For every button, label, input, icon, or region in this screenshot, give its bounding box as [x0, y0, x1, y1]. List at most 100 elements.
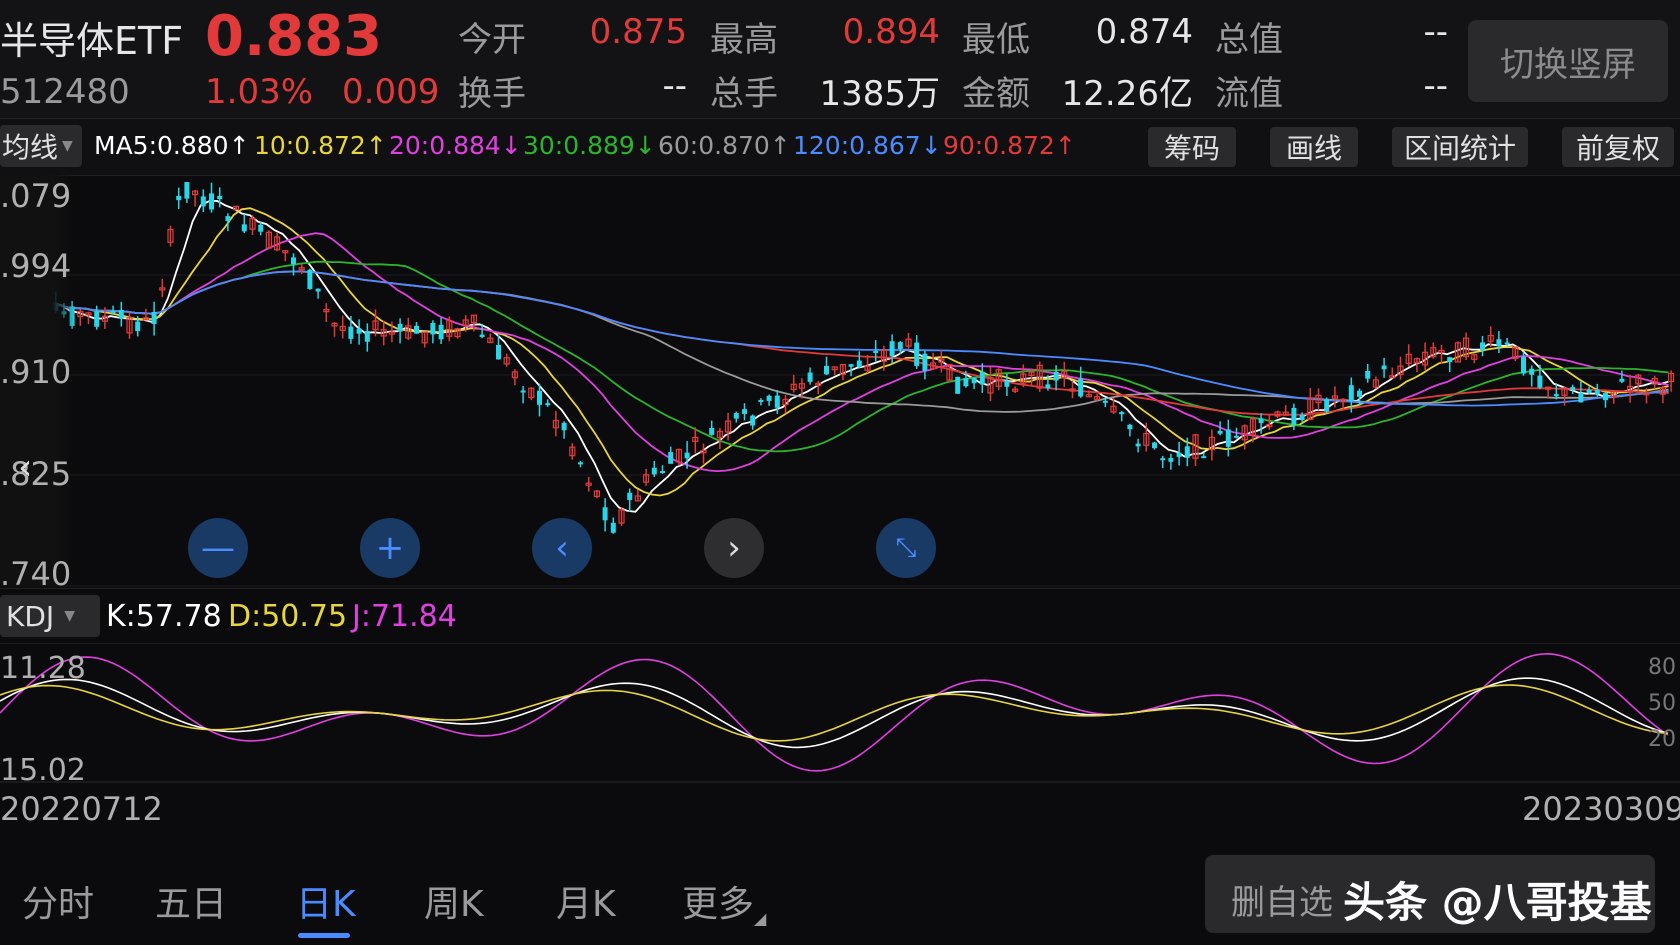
candle-body [578, 462, 583, 465]
tab-weekly-k[interactable]: 周K [424, 875, 484, 927]
turnover-label: 换手 [458, 74, 526, 114]
kline-chart[interactable]: .079 .994 .910 .825 .740 ‹ — + ‹ › ⤡ [0, 175, 1680, 593]
open-label: 今开 [458, 20, 526, 60]
candle-body [963, 378, 969, 387]
candle-body [364, 331, 370, 342]
candle-body [1381, 365, 1387, 370]
candle-body [766, 395, 772, 401]
candle-body [537, 390, 542, 405]
ma10-value: 10:0.872↑ [254, 131, 387, 160]
active-tab-indicator [298, 933, 350, 938]
ma-selector-label: 均线 [2, 131, 59, 164]
draw-line-button[interactable]: 画线 [1270, 127, 1358, 167]
tab-more-label: 更多 [682, 884, 755, 925]
candle-body [807, 372, 813, 382]
high-value: 0.894 [842, 12, 940, 52]
candle-body [709, 427, 715, 435]
chips-button[interactable]: 筹码 [1148, 127, 1236, 167]
ma-line [3, 232, 1669, 473]
change-value: 0.009 [342, 72, 440, 112]
candle-body [1127, 424, 1133, 430]
dropdown-icon: ▼ [64, 608, 75, 624]
kdj-chart[interactable]: 11.28 15.02 80 50 20 [0, 643, 1680, 788]
kdj-tick: 20 [1648, 727, 1676, 752]
candle-body [1160, 458, 1166, 461]
price-axis-label: .825 [0, 455, 72, 493]
current-price: 0.883 [205, 4, 383, 69]
ma-line [3, 199, 1669, 513]
candle-body [1365, 370, 1371, 379]
plus-icon: + [375, 528, 405, 568]
tab-more[interactable]: 更多◢ [682, 875, 766, 928]
float-value: -- [1423, 66, 1448, 106]
candle-body [1168, 458, 1174, 462]
candle-body [1053, 371, 1059, 381]
kdj-svg [0, 643, 1680, 783]
candle-body [225, 216, 231, 222]
amount-value: 12.26亿 [1061, 74, 1193, 114]
tab-monthly-k[interactable]: 月K [556, 875, 616, 927]
kdj-selector[interactable]: KDJ ▼ [0, 595, 100, 637]
minus-icon: — [201, 528, 235, 568]
chart-grid [0, 175, 1680, 587]
kdj-axis-top: 11.28 [0, 651, 86, 686]
candle-body [348, 326, 354, 339]
kdj-k-value: K:57.78 [106, 599, 222, 634]
scroll-left-button[interactable]: ‹ [532, 518, 592, 578]
total-value-label: 总值 [1215, 20, 1283, 60]
ma20-value: 20:0.884↓ [389, 131, 522, 160]
scroll-right-button[interactable]: › [704, 518, 764, 578]
kdj-j-value: J:71.84 [352, 599, 457, 634]
tab-five-day[interactable]: 五日 [155, 875, 227, 927]
candle-body [217, 195, 223, 200]
candle-body [1135, 443, 1141, 447]
candle-body [774, 395, 780, 408]
zoom-out-button[interactable]: — [188, 518, 248, 578]
kdj-lines [0, 652, 1669, 772]
candle-body [1234, 435, 1239, 438]
reset-zoom-button[interactable]: ⤡ [876, 518, 936, 578]
candle-body [914, 342, 920, 366]
candle-body [414, 325, 419, 334]
interval-stats-button[interactable]: 区间统计 [1392, 127, 1528, 167]
candle-body [438, 324, 444, 340]
dropdown-icon: ▼ [62, 138, 73, 154]
kdj-d-value: D:50.75 [228, 599, 348, 634]
price-axis-label: .079 [0, 177, 72, 215]
candle-body [307, 269, 313, 289]
ma-selector[interactable]: 均线 ▼ [0, 125, 82, 167]
candle-body [496, 344, 501, 360]
candle-body [1291, 407, 1297, 426]
candle-body [1348, 385, 1354, 401]
turnover-value: -- [662, 66, 687, 106]
low-value: 0.874 [1095, 12, 1193, 52]
remove-watchlist-button[interactable]: 删自选 头条 @八哥投基 [1205, 855, 1655, 933]
candle-body [118, 309, 124, 319]
ma30-value: 30:0.889↓ [523, 131, 656, 160]
remove-watchlist-label: 删自选 [1231, 883, 1333, 923]
candle-body [856, 360, 862, 368]
zoom-in-button[interactable]: + [360, 518, 420, 578]
ma5-value: MA5:0.880↑ [94, 131, 250, 160]
low-label: 最低 [962, 20, 1030, 60]
candle-body [610, 522, 616, 533]
candle-body [1078, 378, 1084, 397]
switch-portrait-button[interactable]: 切换竖屏 [1468, 20, 1668, 102]
candle-body [1217, 430, 1223, 434]
tab-daily-k[interactable]: 日K [296, 875, 356, 927]
high-label: 最高 [710, 20, 778, 60]
candle-body [520, 390, 526, 393]
compress-icon: ⤡ [895, 532, 917, 563]
tab-intraday[interactable]: 分时 [22, 875, 94, 927]
candle-body [660, 471, 665, 474]
adjust-button[interactable]: 前复权 [1562, 127, 1674, 167]
candle-body [151, 312, 157, 324]
open-value: 0.875 [589, 12, 687, 52]
ma120-value: 120:0.867↓ [793, 131, 942, 160]
kdj-indicator-bar: KDJ ▼ K:57.78 D:50.75 J:71.84 [0, 588, 1680, 643]
candle-body [241, 224, 247, 232]
candle-body [1578, 393, 1584, 403]
candle-body [873, 350, 879, 353]
candle-body [1201, 456, 1207, 459]
chevron-left-icon[interactable]: ‹ [18, 447, 32, 488]
